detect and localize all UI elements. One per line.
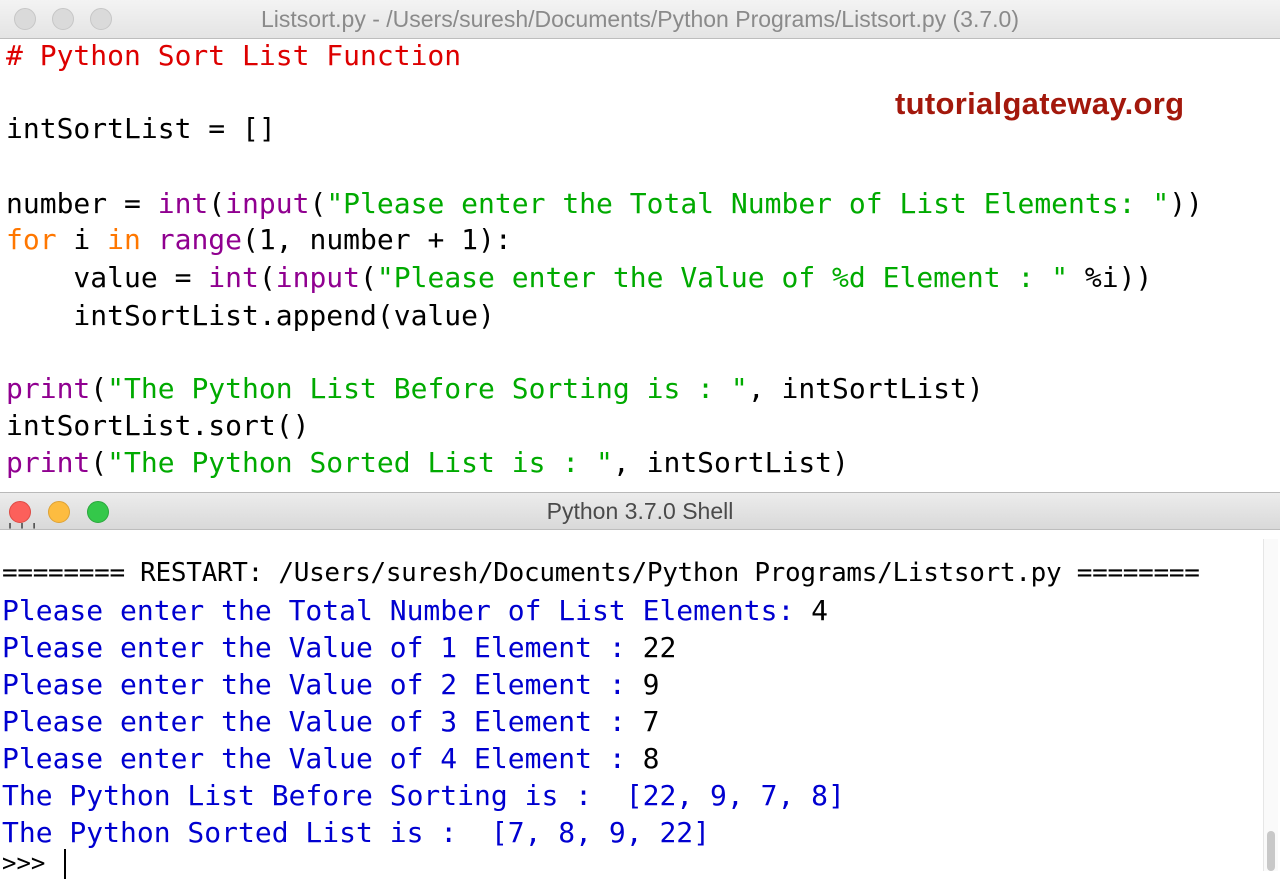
brand-watermark: tutorialgateway.org (895, 86, 1185, 121)
shell-prompt[interactable]: >>> (2, 845, 66, 882)
shell-window: Python 3.7.0 Shell ''' ======== RESTART:… (0, 492, 1280, 879)
close-button[interactable] (14, 8, 36, 30)
zoom-button[interactable] (87, 501, 109, 523)
text-cursor (63, 849, 66, 879)
editor-titlebar[interactable]: Listsort.py - /Users/suresh/Documents/Py… (0, 0, 1280, 39)
shell-titlebar[interactable]: Python 3.7.0 Shell (0, 493, 1280, 530)
code-line-3: intSortList = [] (6, 112, 276, 145)
shell-line-1: Please enter the Total Number of List El… (2, 594, 829, 627)
scrollbar-thumb[interactable] (1267, 831, 1275, 871)
shell-line-3: Please enter the Value of 2 Element : 9 (2, 668, 660, 701)
zoom-button[interactable] (90, 8, 112, 30)
minimize-button[interactable] (52, 8, 74, 30)
shell-title: Python 3.7.0 Shell (546, 498, 734, 524)
code-line-7: value = int(input("Please enter the Valu… (6, 261, 1153, 294)
shell-line-4: Please enter the Value of 3 Element : 7 (2, 705, 660, 738)
code-line-1: # Python Sort List Function (6, 39, 462, 72)
restart-banner: ======== RESTART: /Users/suresh/Document… (2, 558, 1200, 588)
code-line-8: intSortList.append(value) (6, 299, 495, 332)
code-line-11: intSortList.sort() (6, 409, 310, 442)
shell-output-before: The Python List Before Sorting is : [22,… (2, 779, 845, 812)
editor-window: Listsort.py - /Users/suresh/Documents/Py… (0, 0, 1280, 492)
partial-line: ''' (4, 519, 41, 543)
shell-line-2: Please enter the Value of 1 Element : 22 (2, 631, 677, 664)
shell-scrollbar[interactable] (1263, 539, 1278, 871)
minimize-button[interactable] (48, 501, 70, 523)
editor-title: Listsort.py - /Users/suresh/Documents/Py… (261, 6, 1019, 32)
code-line-12: print("The Python Sorted List is : ", in… (6, 446, 849, 479)
code-line-6: for i in range(1, number + 1): (6, 223, 512, 256)
code-line-10: print("The Python List Before Sorting is… (6, 372, 984, 405)
shell-output-sorted: The Python Sorted List is : [7, 8, 9, 22… (2, 816, 711, 849)
shell-line-5: Please enter the Value of 4 Element : 8 (2, 742, 660, 775)
code-line-5: number = int(input("Please enter the Tot… (6, 187, 1203, 220)
